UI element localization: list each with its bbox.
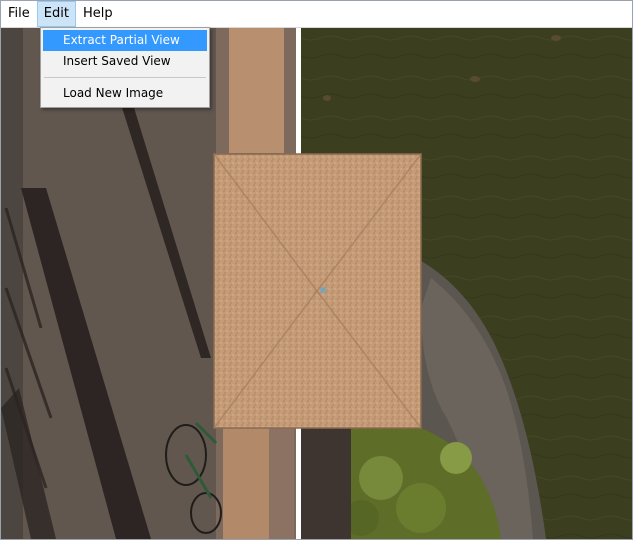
pavilion-roof <box>213 153 422 429</box>
menu-edit[interactable]: Edit <box>36 1 76 27</box>
menu-bar: File Edit Help <box>1 1 632 28</box>
menu-item-load-new-image[interactable]: Load New Image <box>43 83 207 104</box>
duck <box>551 35 561 41</box>
menu-item-extract-partial-view[interactable]: Extract Partial View <box>43 30 207 51</box>
menu-help[interactable]: Help <box>76 1 120 27</box>
menu-item-insert-saved-view[interactable]: Insert Saved View <box>43 51 207 72</box>
menu-file[interactable]: File <box>1 1 37 27</box>
duck <box>470 76 480 82</box>
edit-dropdown-menu: Extract Partial View Insert Saved View L… <box>40 27 210 108</box>
menu-separator <box>44 77 206 78</box>
duck <box>323 95 331 101</box>
app-window: File Edit Help Extract Partial View Inse… <box>0 0 633 540</box>
